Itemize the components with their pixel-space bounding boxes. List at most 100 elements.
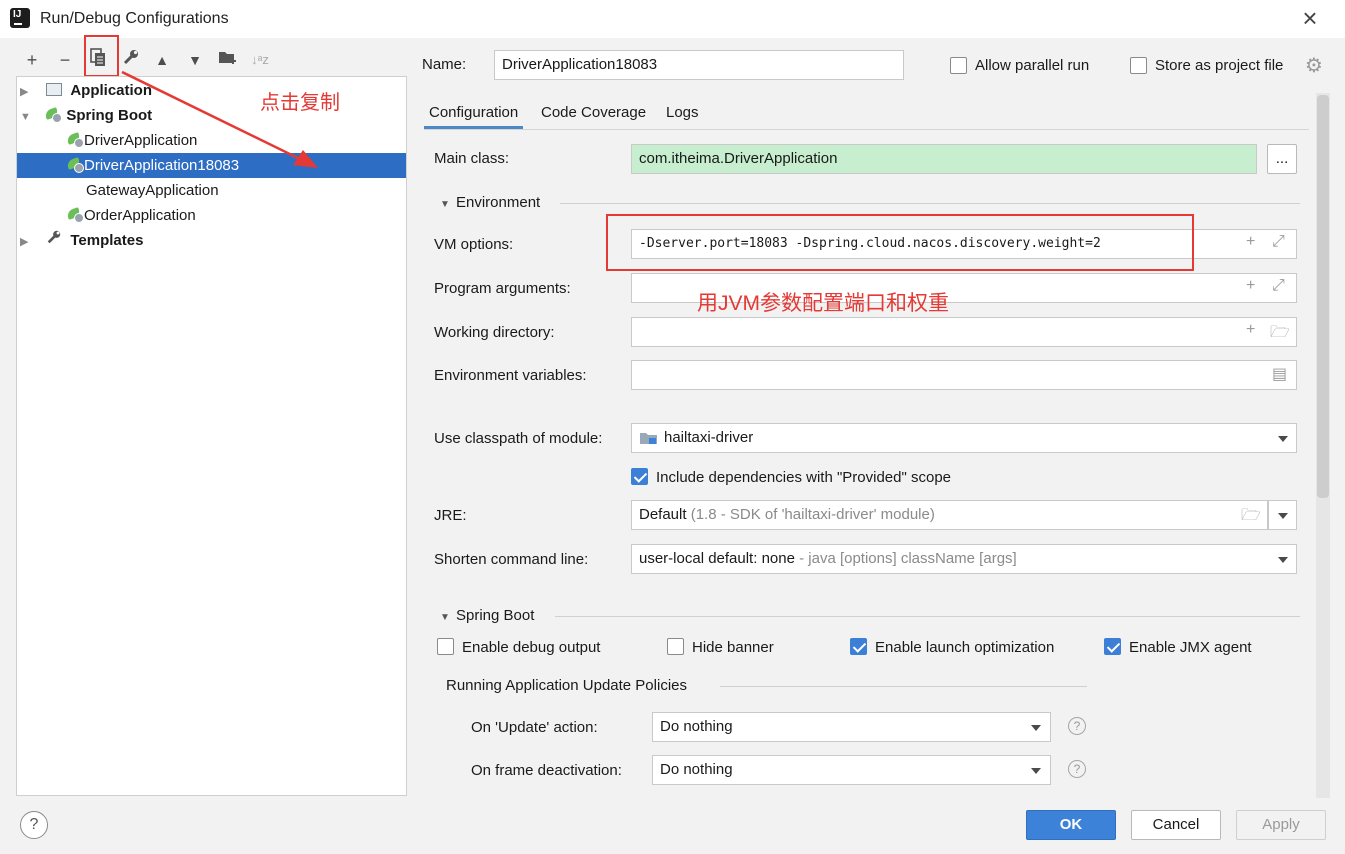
- jre-select[interactable]: Default (1.8 - SDK of 'hailtaxi-driver' …: [631, 500, 1268, 530]
- store-project-label: Store as project file: [1155, 57, 1284, 74]
- module-folder-icon: [640, 431, 658, 445]
- add-icon[interactable]: +: [1246, 233, 1255, 251]
- chevron-down-icon[interactable]: [1278, 513, 1288, 519]
- tree-label-templates: Templates: [70, 232, 144, 249]
- close-button[interactable]: ×: [1297, 5, 1323, 32]
- help-icon[interactable]: ?: [1068, 717, 1086, 735]
- expand-arrow-icon[interactable]: ▶: [20, 230, 34, 255]
- launch-optimization-label: Enable launch optimization: [875, 639, 1055, 656]
- collapse-arrow-icon: ▼: [440, 199, 450, 210]
- tree-item-label: DriverApplication: [84, 132, 198, 149]
- frame-deactivation-select[interactable]: Do nothing: [652, 755, 1051, 785]
- spring-boot-icon: [66, 207, 84, 223]
- application-icon: [46, 83, 63, 96]
- help-icon[interactable]: ?: [1068, 760, 1086, 778]
- spring-boot-section-label: Spring Boot: [456, 607, 535, 624]
- shorten-command-select[interactable]: user-local default: none - java [options…: [631, 544, 1297, 574]
- debug-output-checkbox[interactable]: [437, 638, 454, 655]
- folder-icon[interactable]: 🗁: [1241, 504, 1261, 531]
- intellij-logo-icon: IJ: [10, 8, 30, 28]
- tree-node-templates[interactable]: ▶ Templates: [20, 228, 143, 253]
- spring-boot-section[interactable]: ▼ Spring Boot: [440, 607, 534, 624]
- tab-logs[interactable]: Logs: [666, 101, 699, 129]
- hide-banner-checkbox[interactable]: [667, 638, 684, 655]
- chevron-down-icon[interactable]: [1278, 436, 1288, 442]
- collapse-arrow-icon: ▼: [440, 612, 450, 623]
- add-icon[interactable]: +: [21, 48, 43, 72]
- tab-divider: [424, 129, 1309, 130]
- include-provided-checkbox[interactable]: [631, 468, 648, 485]
- cancel-button[interactable]: Cancel: [1131, 810, 1221, 840]
- tree-node-spring-boot[interactable]: ▼ Spring Boot: [20, 103, 152, 128]
- jmx-agent-checkbox[interactable]: [1104, 638, 1121, 655]
- help-button[interactable]: ?: [20, 811, 48, 839]
- name-label: Name:: [422, 56, 467, 73]
- store-project-checkbox[interactable]: [1130, 57, 1147, 74]
- classpath-select[interactable]: hailtaxi-driver: [631, 423, 1297, 453]
- environment-variables-input[interactable]: [631, 360, 1297, 390]
- shorten-detail: - java [options] className [args]: [799, 550, 1017, 567]
- environment-section[interactable]: ▼ Environment: [440, 194, 540, 211]
- tree-item-label: OrderApplication: [84, 207, 196, 224]
- chevron-down-icon[interactable]: [1278, 557, 1288, 563]
- jmx-agent-label: Enable JMX agent: [1129, 639, 1252, 656]
- chevron-down-icon[interactable]: [1031, 725, 1041, 731]
- document-icon[interactable]: ▤: [1272, 364, 1287, 384]
- add-icon[interactable]: +: [1246, 321, 1255, 339]
- expand-icon[interactable]: ⤢: [1272, 233, 1285, 251]
- section-divider: [555, 616, 1300, 617]
- section-divider: [560, 203, 1300, 204]
- program-arguments-label: Program arguments:: [434, 280, 571, 297]
- name-input[interactable]: DriverApplication18083: [494, 50, 904, 80]
- main-class-input[interactable]: com.itheima.DriverApplication: [631, 144, 1257, 174]
- tree-item-order-application[interactable]: OrderApplication: [66, 203, 196, 228]
- expand-arrow-icon[interactable]: ▶: [20, 80, 34, 105]
- ok-button[interactable]: OK: [1026, 810, 1116, 840]
- browse-main-class-button[interactable]: ...: [1267, 144, 1297, 174]
- sort-icon[interactable]: ↓ᵃz: [249, 48, 271, 72]
- annotation-jvm-params: 用JVM参数配置端口和权重: [697, 292, 949, 315]
- frame-deactivation-label: On frame deactivation:: [471, 762, 622, 779]
- spring-boot-icon: [44, 107, 63, 123]
- tree-item-driver-application-18083[interactable]: DriverApplication18083: [17, 153, 406, 178]
- collapse-arrow-icon[interactable]: ▼: [20, 105, 34, 130]
- move-down-icon[interactable]: ▼: [184, 48, 206, 72]
- spring-boot-icon: [66, 157, 84, 173]
- launch-optimization-checkbox[interactable]: [850, 638, 867, 655]
- new-folder-icon[interactable]: [217, 48, 239, 72]
- working-directory-input[interactable]: [631, 317, 1297, 347]
- section-divider: [720, 686, 1087, 687]
- tree-item-label: GatewayApplication: [86, 182, 219, 199]
- tree-node-application[interactable]: ▶ Application: [20, 78, 152, 103]
- tree-item-gateway-application[interactable]: GatewayApplication: [86, 178, 219, 203]
- shorten-command-label: Shorten command line:: [434, 551, 589, 568]
- chevron-down-icon[interactable]: [1031, 768, 1041, 774]
- tab-code-coverage[interactable]: Code Coverage: [541, 101, 646, 129]
- tree-item-driver-application[interactable]: DriverApplication: [66, 128, 197, 153]
- tab-configuration[interactable]: Configuration: [424, 101, 524, 129]
- window-title: Run/Debug Configurations: [40, 10, 229, 27]
- apply-button[interactable]: Apply: [1236, 810, 1326, 840]
- remove-icon[interactable]: −: [54, 48, 76, 72]
- add-icon[interactable]: +: [1246, 277, 1255, 295]
- wrench-icon[interactable]: [120, 48, 142, 72]
- scrollbar-thumb[interactable]: [1317, 95, 1329, 498]
- expand-icon[interactable]: ⤢: [1272, 277, 1285, 295]
- allow-parallel-checkbox[interactable]: [950, 57, 967, 74]
- copy-highlight-box: [84, 35, 119, 77]
- environment-variables-label: Environment variables:: [434, 367, 587, 384]
- classpath-label: Use classpath of module:: [434, 430, 603, 447]
- environment-section-label: Environment: [456, 194, 541, 211]
- shorten-value: user-local default: none: [639, 550, 795, 567]
- jre-value: Default: [639, 506, 687, 523]
- folder-icon[interactable]: 🗁: [1270, 321, 1290, 348]
- move-up-icon[interactable]: ▲: [151, 48, 173, 72]
- allow-parallel-label: Allow parallel run: [975, 57, 1090, 74]
- debug-output-label: Enable debug output: [462, 639, 601, 656]
- vm-options-label: VM options:: [434, 236, 514, 253]
- update-action-select[interactable]: Do nothing: [652, 712, 1051, 742]
- tree-label-spring-boot: Spring Boot: [66, 107, 153, 124]
- gear-icon[interactable]: ⚙: [1305, 53, 1323, 78]
- wrench-icon: [46, 228, 66, 253]
- jre-label: JRE:: [434, 507, 467, 524]
